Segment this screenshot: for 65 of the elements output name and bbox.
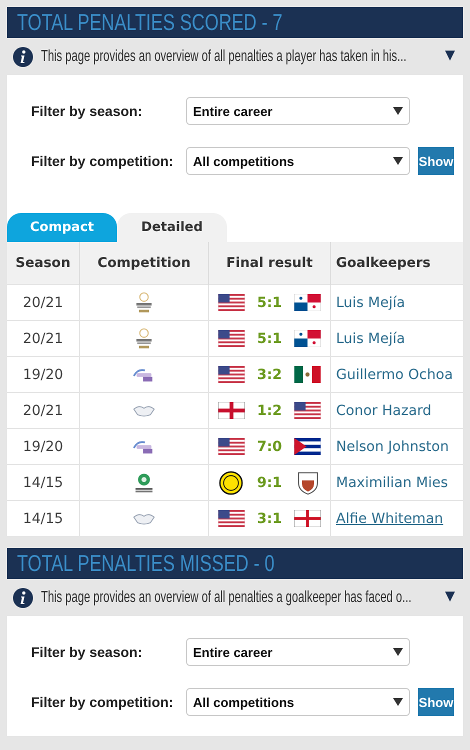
season-cell: 14/15 [7, 500, 80, 536]
goalkeeper-link[interactable]: Maximilian Mies [336, 474, 448, 490]
info-bar[interactable]: This page provides an overview of all penalties a goalkeeper has faced o... ▼ [7, 579, 463, 616]
season-cell: 19/20 [7, 428, 80, 464]
goalkeeper-link[interactable]: Luis Mejía [336, 330, 406, 346]
flag-icon [218, 294, 245, 311]
caret-icon [393, 648, 403, 656]
score: 3:2 [256, 366, 282, 382]
column-header: Competition [80, 242, 208, 284]
section-title: TOTAL PENALTIES MISSED - 0 [17, 550, 275, 577]
filter-label: Filter by season: [31, 644, 144, 660]
flag-icon [294, 366, 321, 383]
filter-dropdown[interactable]: All competitions [186, 688, 410, 716]
info-text: This page provides an overview of all penalties a player has taken in his... [41, 48, 406, 66]
filter-dropdown[interactable]: Entire career [186, 638, 410, 666]
score: 3:1 [256, 510, 282, 526]
score: 5:1 [256, 294, 282, 310]
show-button[interactable]: Show [418, 147, 454, 175]
season-cell: 14/15 [7, 464, 80, 500]
caret-icon [393, 698, 403, 706]
goalkeeper-link[interactable]: Luis Mejía [336, 294, 406, 310]
score: 7:0 [256, 438, 282, 454]
flag-icon [218, 330, 245, 347]
column-header: Goalkeepers [330, 242, 463, 284]
goalkeeper-link[interactable]: Alfie Whiteman [336, 510, 444, 526]
caret-icon [393, 107, 403, 115]
filter-dropdown[interactable]: Entire career [186, 97, 410, 125]
info-icon [13, 588, 33, 608]
view-tab[interactable]: Detailed [117, 213, 227, 242]
column-header: Final result [208, 242, 330, 284]
filter-label: Filter by competition: [31, 153, 174, 169]
flag-icon [218, 510, 245, 527]
goalkeeper-link[interactable]: Conor Hazard [336, 402, 432, 418]
club-crest-icon [219, 470, 243, 494]
score: 5:1 [256, 330, 282, 346]
flag-icon [218, 402, 245, 419]
filter-dropdown[interactable]: All competitions [186, 147, 410, 175]
flag-icon [294, 402, 321, 419]
flag-icon [218, 366, 245, 383]
filter-label: Filter by season: [31, 103, 144, 119]
flag-icon [294, 438, 321, 455]
caret-icon [393, 157, 403, 165]
score: 9:1 [256, 474, 282, 490]
expand-toggle[interactable]: ▼ [445, 589, 455, 604]
view-tab[interactable]: Compact [7, 213, 117, 242]
score: 1:2 [256, 402, 282, 418]
season-cell: 19/20 [7, 356, 80, 392]
info-icon [13, 46, 33, 66]
filter-label: Filter by competition: [31, 694, 174, 710]
info-text: This page provides an overview of all penalties a goalkeeper has faced o... [41, 588, 412, 606]
flag-icon [294, 294, 321, 311]
section-title: TOTAL PENALTIES SCORED - 7 [17, 9, 283, 36]
shield-crest-icon [296, 470, 320, 494]
season-cell: 20/21 [7, 284, 80, 320]
season-cell: 20/21 [7, 320, 80, 356]
info-bar[interactable]: This page provides an overview of all penalties a player has taken in his... ▼ [7, 38, 463, 75]
goalkeeper-link[interactable]: Guillermo Ochoa [336, 366, 453, 382]
flag-icon [218, 438, 245, 455]
column-header: Season [7, 242, 80, 284]
flag-icon [294, 330, 321, 347]
season-cell: 20/21 [7, 392, 80, 428]
expand-toggle[interactable]: ▼ [445, 48, 455, 63]
goalkeeper-link[interactable]: Nelson Johnston [336, 438, 449, 454]
show-button[interactable]: Show [418, 688, 454, 716]
flag-icon [294, 510, 321, 527]
